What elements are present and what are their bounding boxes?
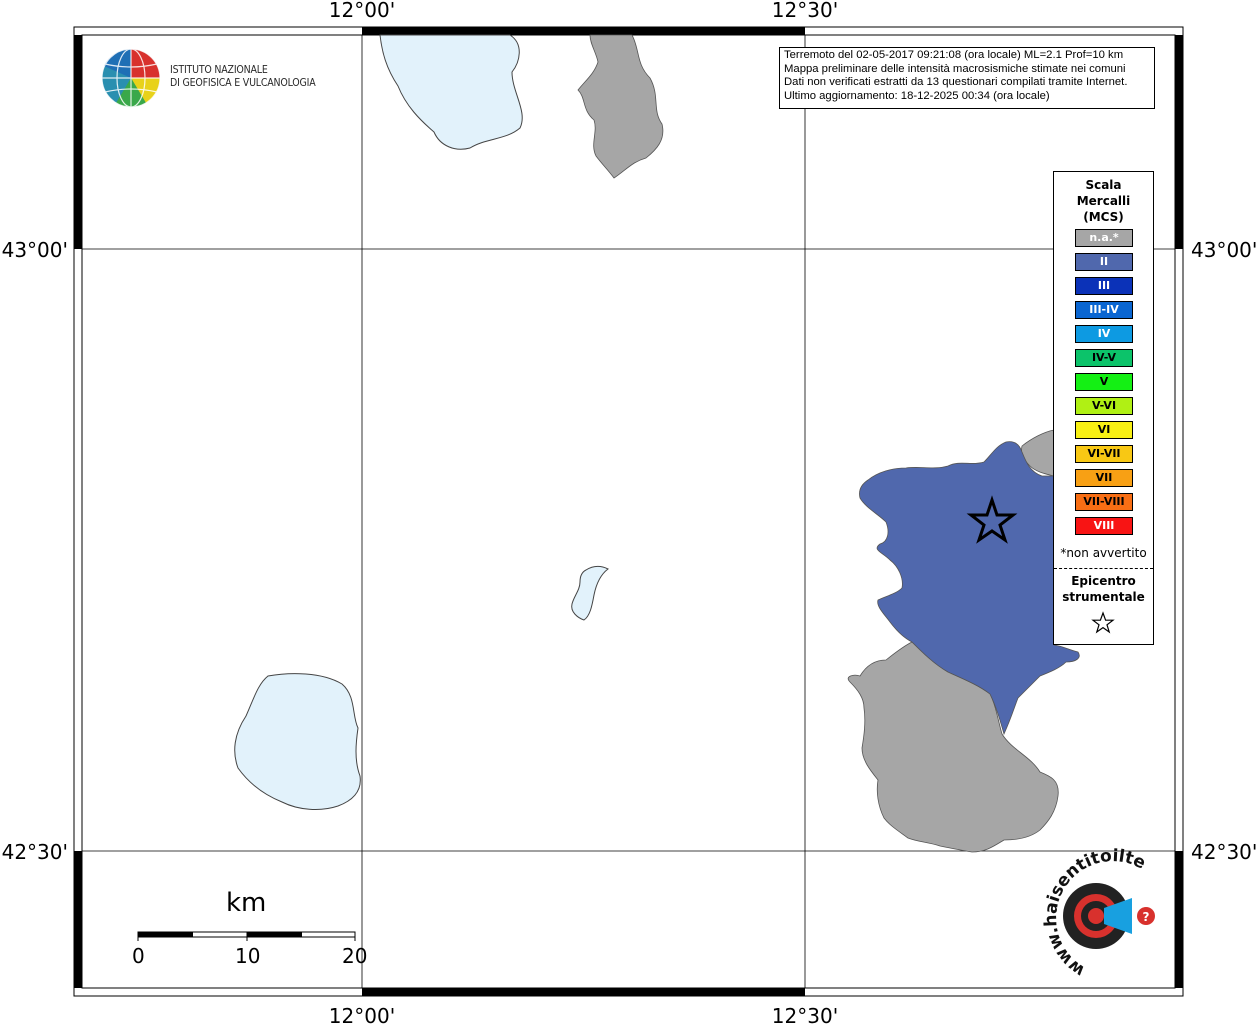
earthquake-info-box: Terremoto del 02-05-2017 09:21:08 (ora l… — [779, 47, 1155, 109]
legend-item: III-IV — [1075, 301, 1133, 319]
legend-item: III — [1075, 277, 1133, 295]
legend-separator — [1054, 568, 1153, 569]
lat-label-right-2: 42°30' — [1191, 840, 1256, 864]
legend-epicenter-line2: strumentale — [1062, 590, 1145, 604]
info-line-map: Mappa preliminare delle intensità macros… — [784, 62, 1126, 75]
legend-item: VII-VIII — [1075, 493, 1133, 511]
legend-item: V — [1075, 373, 1133, 391]
lake-bolsena — [379, 34, 523, 150]
scale-tick-10: 10 — [235, 944, 261, 968]
legend-title-line3: (MCS) — [1083, 210, 1124, 224]
legend-item: VIII — [1075, 517, 1133, 535]
lon-label-bottom-1: 12°00' — [329, 1004, 395, 1024]
info-line-event: Terremoto del 02-05-2017 09:21:08 (ora l… — [784, 49, 1124, 61]
legend-star-icon — [1091, 611, 1115, 634]
legend-item: n.a.* — [1075, 229, 1133, 247]
lat-label-left-2: 42°30' — [2, 840, 68, 864]
svg-text:?: ? — [1143, 910, 1150, 924]
lon-label-top-2: 12°30' — [772, 0, 838, 22]
intensity-legend: Scala Mercalli (MCS) n.a.* II III III-IV IV I… — [1053, 171, 1154, 645]
lon-label-top-1: 12°00' — [329, 0, 395, 22]
legend-epicenter-line1: Epicentro — [1071, 574, 1136, 588]
legend-title-line2: Mercalli — [1076, 194, 1131, 208]
scale-unit-label: km — [226, 888, 267, 918]
legend-epicenter-label: Epicentro strumentale — [1054, 573, 1153, 605]
legend-title-line1: Scala — [1085, 178, 1122, 192]
info-line-data: Dati non verificati estratti da 13 quest… — [784, 76, 1128, 88]
region-not-available-north — [577, 34, 664, 179]
legend-title: Scala Mercalli (MCS) — [1054, 177, 1153, 225]
ingv-name-line2: DI GEOFISICA E VULCANOLOGIA — [170, 77, 316, 89]
scale-tick-20: 20 — [342, 944, 368, 968]
info-line-update: Ultimo aggiornamento: 18-12-2025 00:34 (… — [784, 89, 1050, 102]
ingv-logo-text: ISTITUTO NAZIONALE DI GEOFISICA E VULCAN… — [170, 64, 316, 90]
legend-item: VI-VII — [1075, 445, 1133, 463]
lon-label-bottom-2: 12°30' — [772, 1004, 838, 1024]
legend-item: VI — [1075, 421, 1133, 439]
legend-item: VII — [1075, 469, 1133, 487]
legend-item: V-VI — [1075, 397, 1133, 415]
ingv-name-line1: ISTITUTO NAZIONALE — [170, 64, 268, 76]
scale-bar — [137, 931, 356, 941]
lake-bracciano — [234, 673, 361, 810]
ingv-globe-logo — [101, 48, 161, 108]
legend-item: IV-V — [1075, 349, 1133, 367]
lat-label-right-1: 43°00' — [1191, 238, 1256, 262]
legend-item: II — [1075, 253, 1133, 271]
scale-tick-0: 0 — [132, 944, 145, 968]
lat-label-left-1: 43°00' — [2, 238, 68, 262]
legend-note: *non avvertito — [1060, 546, 1147, 560]
lake-corbara — [571, 566, 609, 621]
legend-item: IV — [1075, 325, 1133, 343]
